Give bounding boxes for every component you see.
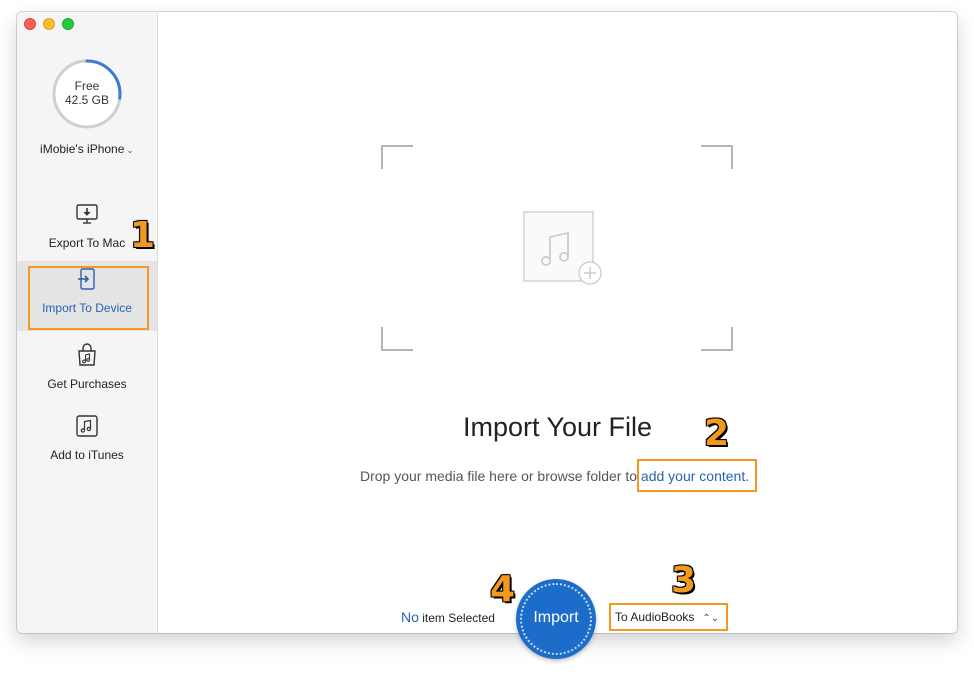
monitor-download-icon bbox=[76, 204, 98, 224]
music-add-icon bbox=[523, 211, 602, 285]
shopping-bag-icon bbox=[78, 343, 96, 366]
device-name-label: iMobie's iPhone bbox=[40, 142, 125, 156]
sidebar-item-label: Add to iTunes bbox=[50, 448, 124, 462]
highlight-destination bbox=[609, 603, 728, 631]
selected-label: item Selected bbox=[422, 611, 495, 625]
sidebar-item-add-to-itunes[interactable]: Add to iTunes bbox=[17, 408, 157, 478]
close-window-button[interactable] bbox=[24, 18, 36, 30]
import-button-label: Import bbox=[533, 609, 579, 626]
main-content: Import Your File Drop your media file he… bbox=[158, 12, 957, 633]
frame-corner bbox=[701, 327, 733, 351]
import-button[interactable]: Import bbox=[516, 579, 596, 659]
minimize-window-button[interactable] bbox=[43, 18, 55, 30]
storage-indicator: Free 42.5 GB bbox=[51, 58, 123, 130]
frame-corner bbox=[701, 145, 733, 169]
step-number-2: 2 bbox=[704, 413, 730, 454]
step-number-1: 1 bbox=[130, 215, 156, 256]
highlight-import-to-device bbox=[28, 266, 149, 330]
storage-value: 42.5 GB bbox=[64, 93, 110, 107]
device-selector[interactable]: iMobie's iPhone ⌄ bbox=[17, 142, 157, 156]
storage-label: Free bbox=[74, 79, 100, 93]
highlight-add-content bbox=[637, 459, 757, 492]
selection-status: No item Selected bbox=[401, 609, 495, 625]
music-note-icon bbox=[76, 415, 98, 437]
drop-instructions-text: Drop your media file here or browse fold… bbox=[360, 468, 641, 484]
app-window: Free 42.5 GB iMobie's iPhone ⌄ Export To … bbox=[17, 12, 957, 633]
drop-zone[interactable] bbox=[381, 145, 733, 351]
frame-corner bbox=[381, 145, 413, 169]
selected-count: No bbox=[401, 609, 419, 625]
step-number-3: 3 bbox=[671, 560, 697, 601]
chevron-down-icon: ⌄ bbox=[126, 145, 134, 155]
frame-corner bbox=[381, 327, 413, 351]
page-title: Import Your File bbox=[462, 412, 653, 442]
step-number-4: 4 bbox=[490, 569, 516, 610]
sidebar-item-label: Get Purchases bbox=[47, 377, 127, 391]
sidebar-item-get-purchases[interactable]: Get Purchases bbox=[17, 337, 157, 407]
maximize-window-button[interactable] bbox=[62, 18, 74, 30]
